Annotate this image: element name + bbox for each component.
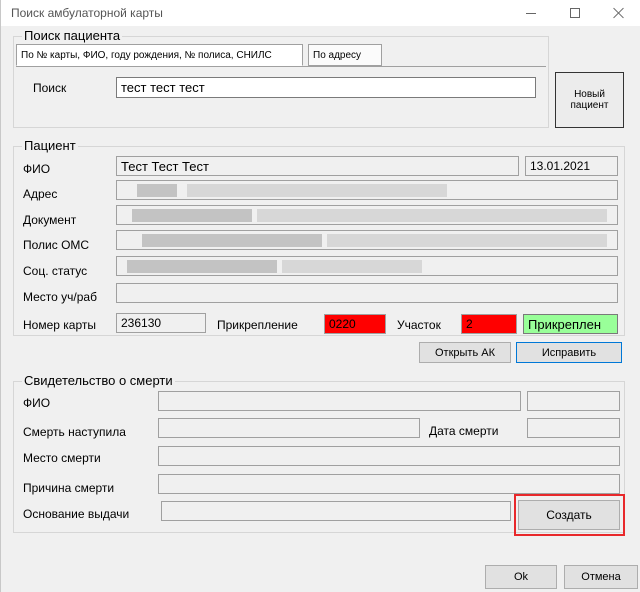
minimize-icon xyxy=(526,12,536,14)
tab-divider xyxy=(16,66,546,67)
social-status-label: Соц. статус xyxy=(23,264,88,278)
issue-basis-field[interactable] xyxy=(161,501,511,521)
attachment-status-field[interactable]: Прикреплен xyxy=(523,314,618,334)
close-icon xyxy=(613,7,625,19)
redacted-text xyxy=(127,260,277,273)
maximize-icon xyxy=(570,8,580,18)
card-number-label: Номер карты xyxy=(23,318,96,332)
redacted-text xyxy=(282,260,422,273)
attachment-label: Прикрепление xyxy=(217,318,298,332)
death-date-field[interactable] xyxy=(527,418,620,438)
document-field[interactable] xyxy=(116,205,618,225)
death-fio-label: ФИО xyxy=(23,396,51,410)
work-place-label: Место уч/раб xyxy=(23,290,97,304)
search-input[interactable]: тест тест тест xyxy=(116,77,536,98)
redacted-text xyxy=(142,234,322,247)
death-extra-field[interactable] xyxy=(527,391,620,411)
card-number-field[interactable]: 236130 xyxy=(116,313,206,333)
dialog-window: Поиск амбулаторной карты Поиск пациента … xyxy=(0,0,640,592)
redacted-text xyxy=(132,209,252,222)
window-title: Поиск амбулаторной карты xyxy=(11,6,163,20)
policy-label: Полис ОМС xyxy=(23,238,90,252)
title-bar: Поиск амбулаторной карты xyxy=(1,0,640,26)
highlight-frame xyxy=(514,494,625,536)
work-place-field[interactable] xyxy=(116,283,618,303)
area-label: Участок xyxy=(397,318,441,332)
death-cause-field[interactable] xyxy=(158,474,620,494)
redacted-text xyxy=(257,209,607,222)
death-date-label: Дата смерти xyxy=(429,424,499,438)
death-occurred-field[interactable] xyxy=(158,418,420,438)
death-occurred-label: Смерть наступила xyxy=(23,425,126,439)
search-label: Поиск xyxy=(33,81,67,95)
redacted-text xyxy=(137,184,177,197)
death-cause-label: Причина смерти xyxy=(23,481,115,495)
patient-legend: Пациент xyxy=(22,138,78,153)
death-certificate-legend: Свидетельство о смерти xyxy=(22,373,175,388)
cancel-button[interactable]: Отмена xyxy=(564,565,638,589)
tab-search-by-address[interactable]: По адресу xyxy=(308,44,382,66)
ok-button[interactable]: Ok xyxy=(485,565,557,589)
redacted-text xyxy=(187,184,447,197)
address-label: Адрес xyxy=(23,187,58,201)
close-button[interactable] xyxy=(597,0,640,26)
patient-fio-field[interactable]: Тест Тест Тест xyxy=(116,156,519,176)
policy-field[interactable] xyxy=(116,230,618,250)
tab-search-by-card[interactable]: По № карты, ФИО, году рождения, № полиса… xyxy=(16,44,303,66)
area-field[interactable]: 2 xyxy=(461,314,517,334)
birth-date-field[interactable]: 13.01.2021 xyxy=(525,156,618,176)
address-field[interactable] xyxy=(116,180,618,200)
maximize-button[interactable] xyxy=(553,0,597,26)
patient-fio-label: ФИО xyxy=(23,162,51,176)
redacted-text xyxy=(327,234,607,247)
open-ak-button[interactable]: Открыть АК xyxy=(419,342,511,363)
attachment-field[interactable]: 0220 xyxy=(324,314,386,334)
minimize-button[interactable] xyxy=(509,0,553,26)
new-patient-button[interactable]: Новый пациент xyxy=(555,72,624,128)
death-place-label: Место смерти xyxy=(23,451,101,465)
patient-search-legend: Поиск пациента xyxy=(22,28,123,43)
fix-button[interactable]: Исправить xyxy=(516,342,622,363)
death-place-field[interactable] xyxy=(158,446,620,466)
issue-basis-label: Основание выдачи xyxy=(23,507,130,521)
death-fio-field[interactable] xyxy=(158,391,521,411)
document-label: Документ xyxy=(23,213,77,227)
social-status-field[interactable] xyxy=(116,256,618,276)
